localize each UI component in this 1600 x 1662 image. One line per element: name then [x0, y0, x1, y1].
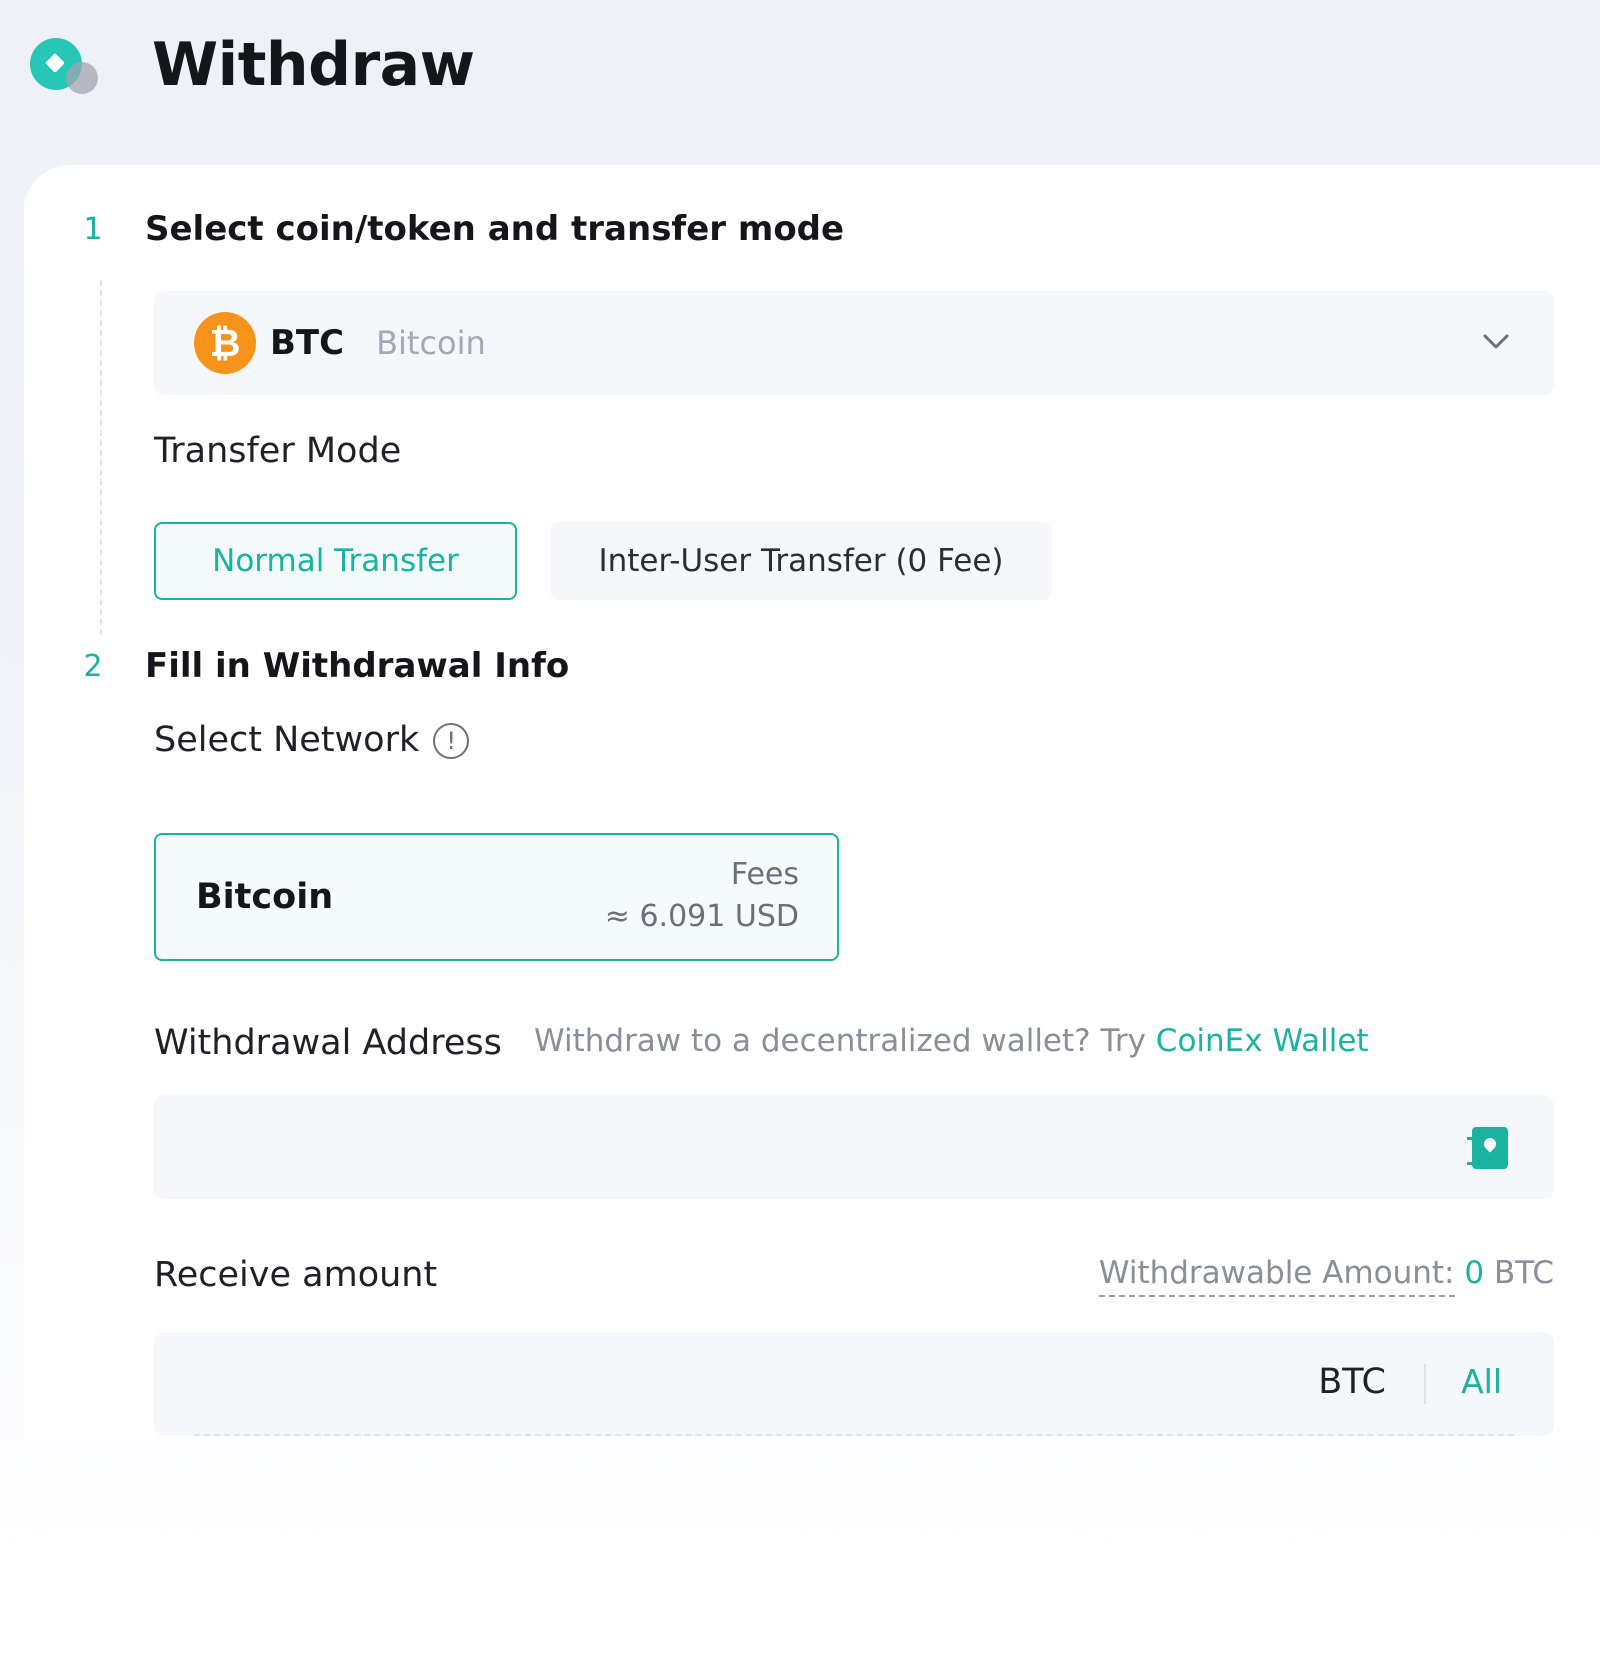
bitcoin-icon: ₿	[194, 312, 256, 374]
normal-transfer-button[interactable]: Normal Transfer	[154, 522, 517, 600]
step-number-2: 2	[71, 645, 115, 689]
page-title: Withdraw	[152, 30, 475, 100]
amount-unit: BTC	[1318, 1362, 1386, 1402]
step-title-2: Fill in Withdrawal Info	[145, 646, 570, 686]
inter-user-transfer-button[interactable]: Inter-User Transfer (0 Fee)	[550, 522, 1052, 600]
withdrawable-amount-unit: BTC	[1493, 1255, 1554, 1291]
coinex-wallet-link[interactable]: CoinEx Wallet	[1156, 1023, 1369, 1059]
coin-symbol: BTC	[270, 323, 345, 363]
coinex-logo-icon	[30, 30, 100, 100]
withdrawal-address-input[interactable]	[154, 1095, 1554, 1199]
step-number-1: 1	[71, 208, 115, 252]
address-book-icon[interactable]	[1467, 1127, 1508, 1169]
withdrawal-address-label: Withdrawal Address	[154, 1023, 502, 1063]
select-network-label: Select Network!	[154, 720, 470, 760]
network-name: Bitcoin	[196, 877, 334, 917]
chevron-down-icon	[1483, 334, 1509, 349]
amount-divider	[1424, 1364, 1426, 1404]
wallet-hint: Withdraw to a decentralized wallet? Try …	[534, 1023, 1369, 1059]
fee-label: Fees	[730, 857, 799, 892]
page-header: Withdraw	[30, 30, 475, 100]
withdraw-form-card: 1 Select coin/token and transfer mode ₿ …	[24, 165, 1600, 1441]
wallet-hint-text: Withdraw to a decentralized wallet? Try	[534, 1023, 1156, 1059]
withdrawable-amount-value: 0	[1464, 1255, 1485, 1291]
withdrawable-amount: Withdrawable Amount: 0 BTC	[1098, 1255, 1554, 1297]
select-network-text: Select Network	[154, 720, 420, 760]
all-button[interactable]: All	[1461, 1362, 1502, 1401]
transfer-mode-label: Transfer Mode	[154, 431, 402, 471]
amount-underline	[194, 1434, 1514, 1436]
coin-select-dropdown[interactable]: ₿ BTC Bitcoin	[154, 291, 1554, 395]
receive-amount-input[interactable]: BTC All	[154, 1332, 1554, 1436]
coin-name: Bitcoin	[376, 324, 486, 362]
receive-amount-label: Receive amount	[154, 1255, 438, 1295]
step-connector-line	[100, 280, 102, 635]
network-option-bitcoin[interactable]: Bitcoin Fees ≈ 6.091 USD	[154, 833, 839, 961]
info-icon[interactable]: !	[433, 723, 470, 759]
withdrawable-amount-label: Withdrawable Amount:	[1098, 1255, 1455, 1297]
step-title-1: Select coin/token and transfer mode	[145, 209, 845, 249]
fee-value: ≈ 6.091 USD	[604, 899, 799, 934]
